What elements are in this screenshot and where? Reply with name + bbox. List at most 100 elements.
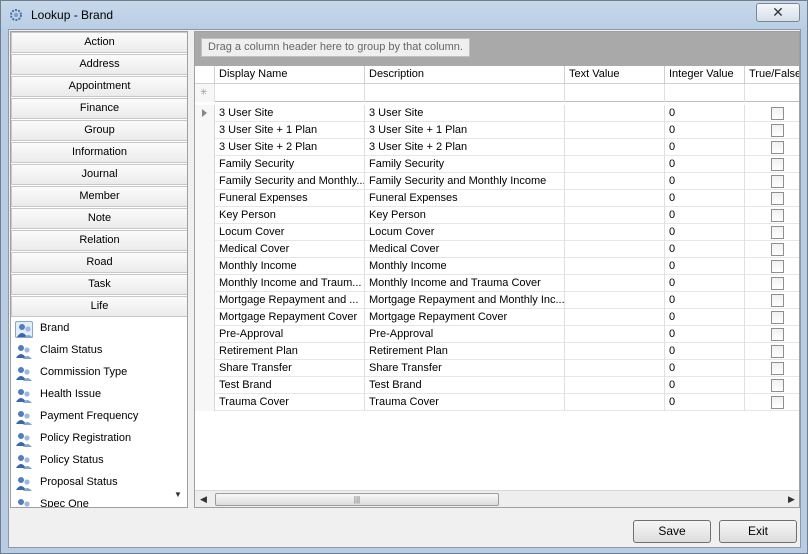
cell-display-name[interactable]: Family Security and Monthly... bbox=[215, 173, 365, 190]
row-indicator[interactable] bbox=[195, 377, 215, 394]
cell-display-name[interactable]: 3 User Site + 2 Plan bbox=[215, 139, 365, 156]
column-header-true-false[interactable]: True/False bbox=[745, 66, 799, 84]
cell-display-name[interactable]: Mortgage Repayment and ... bbox=[215, 292, 365, 309]
cell-display-name[interactable]: Funeral Expenses bbox=[215, 190, 365, 207]
cell-text-value[interactable] bbox=[565, 190, 665, 207]
true-false-checkbox[interactable] bbox=[771, 362, 784, 375]
row-indicator[interactable] bbox=[195, 360, 215, 377]
cell-description[interactable]: 3 User Site + 2 Plan bbox=[365, 139, 565, 156]
cell-display-name[interactable]: Test Brand bbox=[215, 377, 365, 394]
category-finance[interactable]: Finance bbox=[11, 98, 187, 119]
cell-integer-value[interactable]: 0 bbox=[665, 275, 745, 292]
scroll-left-arrow-icon[interactable]: ◀ bbox=[200, 494, 207, 505]
cell-description[interactable]: Funeral Expenses bbox=[365, 190, 565, 207]
cell-integer-value[interactable]: 0 bbox=[665, 173, 745, 190]
cell-description[interactable]: Pre-Approval bbox=[365, 326, 565, 343]
cell-description[interactable]: Monthly Income bbox=[365, 258, 565, 275]
table-row[interactable]: Locum Cover Locum Cover 0 bbox=[195, 224, 799, 241]
table-row[interactable]: Test Brand Test Brand 0 bbox=[195, 377, 799, 394]
row-indicator[interactable] bbox=[195, 190, 215, 207]
cell-text-value[interactable] bbox=[565, 343, 665, 360]
cell-display-name[interactable]: Locum Cover bbox=[215, 224, 365, 241]
category-road[interactable]: Road bbox=[11, 252, 187, 273]
lookup-list-item[interactable]: Policy Registration bbox=[11, 428, 181, 450]
cell-integer-value[interactable]: 0 bbox=[665, 343, 745, 360]
cell-display-name[interactable]: Mortgage Repayment Cover bbox=[215, 309, 365, 326]
filter-cell-true-false[interactable] bbox=[745, 84, 799, 102]
row-indicator[interactable] bbox=[195, 343, 215, 360]
filter-cell-display-name[interactable] bbox=[215, 84, 365, 102]
filter-cell-description[interactable] bbox=[365, 84, 565, 102]
row-indicator[interactable] bbox=[195, 173, 215, 190]
category-member[interactable]: Member bbox=[11, 186, 187, 207]
cell-integer-value[interactable]: 0 bbox=[665, 258, 745, 275]
true-false-checkbox[interactable] bbox=[771, 175, 784, 188]
cell-description[interactable]: 3 User Site bbox=[365, 105, 565, 122]
cell-integer-value[interactable]: 0 bbox=[665, 309, 745, 326]
cell-integer-value[interactable]: 0 bbox=[665, 122, 745, 139]
lookup-list-item[interactable]: Commission Type bbox=[11, 362, 181, 384]
cell-text-value[interactable] bbox=[565, 122, 665, 139]
table-row[interactable]: 3 User Site + 2 Plan 3 User Site + 2 Plan… bbox=[195, 139, 799, 156]
cell-description[interactable]: Test Brand bbox=[365, 377, 565, 394]
cell-description[interactable]: Mortgage Repayment and Monthly Inc... bbox=[365, 292, 565, 309]
cell-integer-value[interactable]: 0 bbox=[665, 394, 745, 411]
cell-description[interactable]: 3 User Site + 1 Plan bbox=[365, 122, 565, 139]
row-indicator[interactable] bbox=[195, 326, 215, 343]
cell-description[interactable]: Family Security bbox=[365, 156, 565, 173]
cell-display-name[interactable]: Monthly Income bbox=[215, 258, 365, 275]
cell-integer-value[interactable]: 0 bbox=[665, 156, 745, 173]
true-false-checkbox[interactable] bbox=[771, 277, 784, 290]
exit-button[interactable]: Exit bbox=[719, 520, 797, 543]
true-false-checkbox[interactable] bbox=[771, 107, 784, 120]
category-address[interactable]: Address bbox=[11, 54, 187, 75]
table-row[interactable]: 3 User Site + 1 Plan 3 User Site + 1 Plan… bbox=[195, 122, 799, 139]
cell-text-value[interactable] bbox=[565, 377, 665, 394]
category-appointment[interactable]: Appointment bbox=[11, 76, 187, 97]
row-indicator[interactable] bbox=[195, 224, 215, 241]
cell-display-name[interactable]: Trauma Cover bbox=[215, 394, 365, 411]
category-journal[interactable]: Journal bbox=[11, 164, 187, 185]
table-row[interactable]: Family Security Family Security 0 bbox=[195, 156, 799, 173]
cell-integer-value[interactable]: 0 bbox=[665, 105, 745, 122]
lookup-list-item[interactable]: Payment Frequency bbox=[11, 406, 181, 428]
scroll-thumb[interactable]: ||| bbox=[215, 493, 499, 506]
cell-display-name[interactable]: Medical Cover bbox=[215, 241, 365, 258]
column-header-integer-value[interactable]: Integer Value bbox=[665, 66, 745, 84]
cell-display-name[interactable]: Share Transfer bbox=[215, 360, 365, 377]
table-row[interactable]: Trauma Cover Trauma Cover 0 bbox=[195, 394, 799, 411]
category-task[interactable]: Task bbox=[11, 274, 187, 295]
cell-display-name[interactable]: Family Security bbox=[215, 156, 365, 173]
true-false-checkbox[interactable] bbox=[771, 328, 784, 341]
true-false-checkbox[interactable] bbox=[771, 124, 784, 137]
cell-integer-value[interactable]: 0 bbox=[665, 207, 745, 224]
cell-display-name[interactable]: Retirement Plan bbox=[215, 343, 365, 360]
cell-description[interactable]: Trauma Cover bbox=[365, 394, 565, 411]
table-row[interactable]: Share Transfer Share Transfer 0 bbox=[195, 360, 799, 377]
cell-integer-value[interactable]: 0 bbox=[665, 377, 745, 394]
row-indicator[interactable] bbox=[195, 292, 215, 309]
cell-text-value[interactable] bbox=[565, 309, 665, 326]
cell-text-value[interactable] bbox=[565, 105, 665, 122]
true-false-checkbox[interactable] bbox=[771, 379, 784, 392]
true-false-checkbox[interactable] bbox=[771, 396, 784, 409]
cell-text-value[interactable] bbox=[565, 139, 665, 156]
scroll-right-arrow-icon[interactable]: ▶ bbox=[788, 494, 795, 505]
cell-description[interactable]: Medical Cover bbox=[365, 241, 565, 258]
cell-display-name[interactable]: Key Person bbox=[215, 207, 365, 224]
table-row[interactable]: Pre-Approval Pre-Approval 0 bbox=[195, 326, 799, 343]
cell-text-value[interactable] bbox=[565, 292, 665, 309]
cell-integer-value[interactable]: 0 bbox=[665, 241, 745, 258]
true-false-checkbox[interactable] bbox=[771, 311, 784, 324]
table-row[interactable]: Mortgage Repayment and ... Mortgage Repay… bbox=[195, 292, 799, 309]
cell-description[interactable]: Mortgage Repayment Cover bbox=[365, 309, 565, 326]
close-button[interactable]: ✕ bbox=[756, 3, 800, 22]
lookup-list-item[interactable]: Health Issue bbox=[11, 384, 181, 406]
row-indicator[interactable] bbox=[195, 139, 215, 156]
category-action[interactable]: Action bbox=[11, 32, 187, 53]
cell-description[interactable]: Family Security and Monthly Income bbox=[365, 173, 565, 190]
row-indicator[interactable] bbox=[195, 241, 215, 258]
true-false-checkbox[interactable] bbox=[771, 192, 784, 205]
true-false-checkbox[interactable] bbox=[771, 158, 784, 171]
cell-description[interactable]: Share Transfer bbox=[365, 360, 565, 377]
